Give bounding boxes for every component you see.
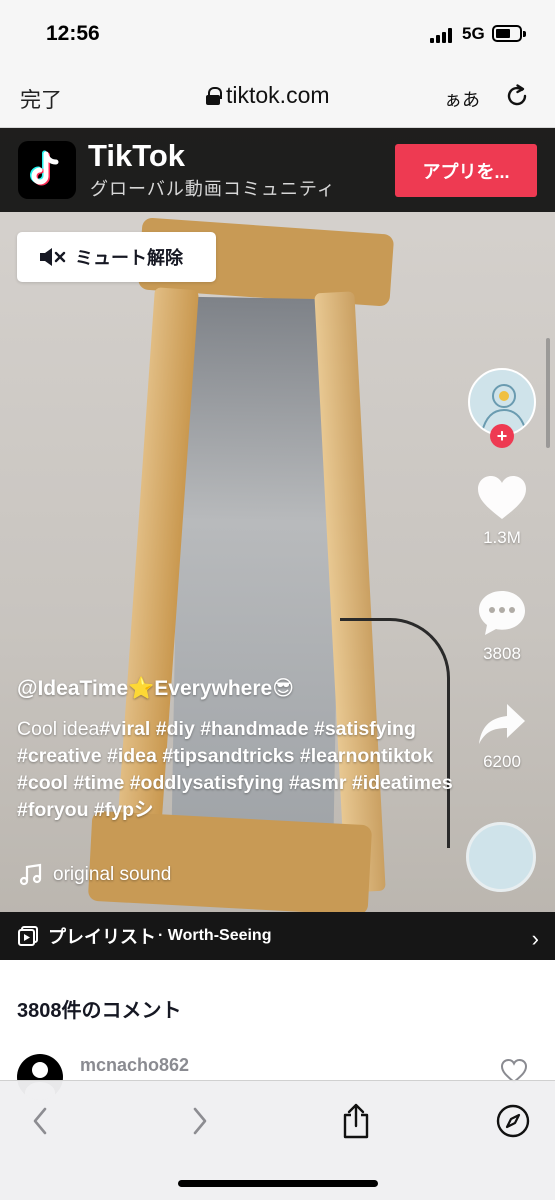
done-button[interactable]: 完了 <box>20 84 62 114</box>
speaker-muted-icon <box>40 248 66 266</box>
brand-name: TikTok <box>88 138 186 173</box>
domain-text: tiktok.com <box>226 82 330 108</box>
playlist-bar[interactable]: プレイリスト · Worth-Seeing › <box>0 912 555 960</box>
forward-icon[interactable] <box>180 1101 220 1141</box>
comment-action[interactable]: 3808 <box>466 588 538 664</box>
chevron-right-icon: › <box>531 926 539 951</box>
music-disc[interactable] <box>466 822 536 892</box>
music-note-icon <box>19 863 42 886</box>
like-action[interactable]: 1.3M <box>466 474 538 548</box>
caption-text: Cool idea <box>17 718 100 740</box>
home-indicator <box>178 1180 378 1187</box>
playlist-icon <box>18 926 38 946</box>
video-player[interactable]: TikTok グローバル動画コミュニティ アプリを... ミュート解除 + 1.… <box>0 128 555 960</box>
lock-icon <box>206 86 222 105</box>
compass-icon[interactable] <box>493 1101 533 1141</box>
like-count: 1.3M <box>483 528 521 547</box>
open-app-button[interactable]: アプリを... <box>395 144 537 197</box>
unmute-button[interactable]: ミュート解除 <box>17 232 216 282</box>
network-type: 5G <box>462 24 485 43</box>
sound-name: original sound <box>53 864 172 885</box>
share-count: 6200 <box>483 752 521 771</box>
address-field[interactable]: tiktok.com <box>206 82 330 109</box>
comment-username[interactable]: mcnacho862 <box>80 1055 189 1076</box>
share-icon <box>479 704 525 744</box>
scroll-indicator <box>546 338 550 448</box>
video-caption: Cool idea#viral #diy #handmade #satisfyi… <box>17 716 457 824</box>
status-time: 12:56 <box>46 22 100 45</box>
back-icon[interactable] <box>20 1101 60 1141</box>
playlist-name: · Worth-Seeing <box>158 927 272 944</box>
brand-tagline: グローバル動画コミュニティ <box>90 179 336 199</box>
browser-url-bar: 完了 tiktok.com ぁあ <box>0 64 555 128</box>
unmute-label: ミュート解除 <box>75 248 183 268</box>
signal-icon <box>430 27 456 43</box>
heart-icon <box>478 476 526 519</box>
text-size-button[interactable]: ぁあ <box>444 86 480 112</box>
comment-count: 3808 <box>483 644 521 663</box>
tiktok-logo-icon[interactable] <box>18 141 76 199</box>
status-bar: 12:56 5G <box>0 0 555 64</box>
share-upload-icon[interactable] <box>336 1101 376 1141</box>
tiktok-header: TikTok グローバル動画コミュニティ アプリを... <box>0 128 555 212</box>
sound-link[interactable]: original sound <box>19 863 171 887</box>
follow-button[interactable]: + <box>490 424 514 448</box>
battery-icon <box>492 25 526 42</box>
comments-header: 3808件のコメント <box>17 1000 182 1022</box>
playlist-title: プレイリスト <box>48 927 156 947</box>
author-handle[interactable]: @IdeaTime⭐Everywhere😎 <box>17 676 294 701</box>
share-action[interactable]: 6200 <box>466 702 538 772</box>
reload-icon[interactable] <box>503 82 531 110</box>
comment-icon <box>479 591 525 635</box>
